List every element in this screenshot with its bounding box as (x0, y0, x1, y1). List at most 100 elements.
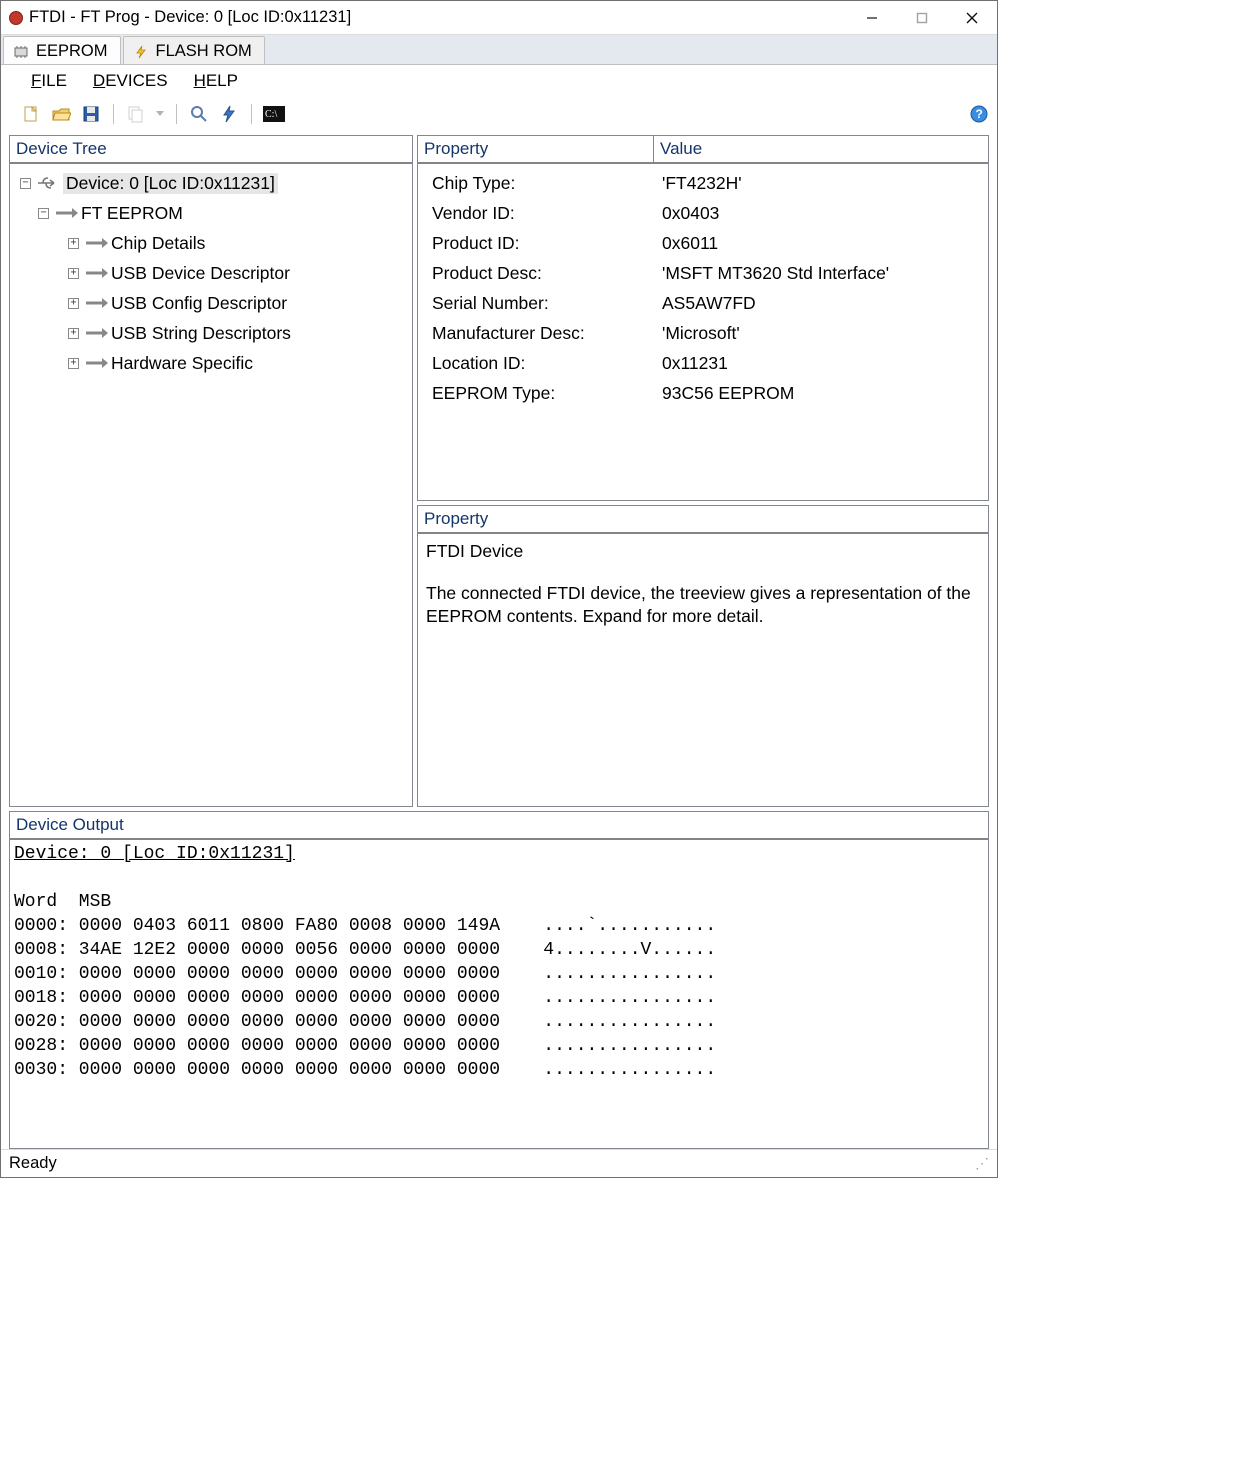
property-value: AS5AW7FD (660, 293, 984, 314)
help-title: FTDI Device (426, 540, 980, 564)
expand-icon[interactable]: + (68, 358, 79, 369)
open-file-button[interactable] (49, 102, 73, 126)
help-button[interactable]: ? (967, 102, 991, 126)
expand-icon[interactable]: + (68, 238, 79, 249)
window-controls (847, 1, 997, 34)
app-window: FTDI - FT Prog - Device: 0 [Loc ID:0x112… (0, 0, 998, 1178)
new-file-button[interactable] (19, 102, 43, 126)
property-value: 'Microsoft' (660, 323, 984, 344)
lower-pane: Device Output Device: 0 [Loc ID:0x11231]… (9, 811, 989, 1149)
collapse-icon[interactable]: − (38, 208, 49, 219)
property-row: Manufacturer Desc:'Microsoft' (424, 318, 984, 348)
property-label: Chip Type: (424, 173, 660, 194)
tab-strip: EEPROM FLASH ROM (1, 35, 997, 65)
tree-node-child[interactable]: +USB String Descriptors (16, 318, 408, 348)
tree-node-child[interactable]: +Hardware Specific (16, 348, 408, 378)
tree-label: Device: 0 [Loc ID:0x11231] (63, 173, 278, 194)
tree-node-child[interactable]: + USB Device Descriptor (16, 258, 408, 288)
output-title-line: Device: 0 [Loc ID:0x11231] (14, 844, 295, 864)
property-value: 0x11231 (660, 353, 984, 374)
tree-label: USB Device Descriptor (111, 263, 290, 284)
expand-icon[interactable]: + (68, 298, 79, 309)
arrow-right-icon (83, 354, 109, 372)
tree-node-child[interactable]: + Chip Details (16, 228, 408, 258)
value-column-header: Value (654, 136, 988, 164)
toolbar-separator (113, 104, 114, 124)
svg-text:?: ? (976, 107, 983, 121)
size-grip-icon[interactable]: ⋰ (975, 1155, 989, 1172)
property-body: Chip Type:'FT4232H'Vendor ID:0x0403Produ… (418, 164, 988, 500)
property-label: EEPROM Type: (424, 383, 660, 404)
collapse-icon[interactable]: − (20, 178, 31, 189)
minimize-button[interactable] (847, 1, 897, 34)
property-row: Location ID:0x11231 (424, 348, 984, 378)
help-panel-body: FTDI Device The connected FTDI device, t… (418, 534, 988, 635)
upper-panes: Device Tree − Device: 0 [Loc ID:0x11231]… (9, 135, 989, 807)
property-row: Serial Number:AS5AW7FD (424, 288, 984, 318)
lightning-icon (132, 45, 150, 59)
window-title: FTDI - FT Prog - Device: 0 [Loc ID:0x112… (29, 8, 847, 27)
property-value: 'FT4232H' (660, 173, 984, 194)
arrow-right-icon (83, 264, 109, 282)
property-label: Manufacturer Desc: (424, 323, 660, 344)
tab-eeprom[interactable]: EEPROM (3, 36, 121, 64)
help-text: The connected FTDI device, the treeview … (426, 582, 980, 629)
property-value: 0x0403 (660, 203, 984, 224)
arrow-right-icon (83, 324, 109, 342)
device-tree-body[interactable]: − Device: 0 [Loc ID:0x11231] − FT EEPROM (10, 164, 412, 806)
property-row: Product ID:0x6011 (424, 228, 984, 258)
program-button[interactable] (217, 102, 241, 126)
toolbar-separator (251, 104, 252, 124)
expand-icon[interactable]: + (68, 268, 79, 279)
menu-devices[interactable]: DEVICES (93, 71, 168, 91)
property-row: Product Desc:'MSFT MT3620 Std Interface' (424, 258, 984, 288)
device-tree-header: Device Tree (10, 136, 412, 164)
copy-button[interactable] (124, 102, 148, 126)
property-row: EEPROM Type:93C56 EEPROM (424, 378, 984, 408)
property-value: 0x6011 (660, 233, 984, 254)
status-bar: Ready ⋰ (1, 1149, 997, 1177)
right-column: Property Value Chip Type:'FT4232H'Vendor… (417, 135, 989, 807)
menu-help[interactable]: HELP (194, 71, 238, 91)
property-panel: Property Value Chip Type:'FT4232H'Vendor… (417, 135, 989, 501)
property-row: Chip Type:'FT4232H' (424, 168, 984, 198)
help-panel-header: Property (418, 506, 988, 534)
scan-button[interactable] (187, 102, 211, 126)
tree-node-device[interactable]: − Device: 0 [Loc ID:0x11231] (16, 168, 408, 198)
property-row: Vendor ID:0x0403 (424, 198, 984, 228)
toolbar-separator (176, 104, 177, 124)
chip-icon (12, 45, 30, 59)
save-button[interactable] (79, 102, 103, 126)
dropdown-arrow-icon[interactable] (154, 102, 166, 126)
arrow-right-icon (53, 204, 79, 222)
tree-node-fteeprom[interactable]: − FT EEPROM (16, 198, 408, 228)
device-tree-panel: Device Tree − Device: 0 [Loc ID:0x11231]… (9, 135, 413, 807)
close-button[interactable] (947, 1, 997, 34)
tree-label: Chip Details (111, 233, 205, 254)
arrow-right-icon (83, 294, 109, 312)
expand-icon[interactable]: + (68, 328, 79, 339)
property-value: 'MSFT MT3620 Std Interface' (660, 263, 984, 284)
menu-file[interactable]: FILE (31, 71, 67, 91)
maximize-button[interactable] (897, 1, 947, 34)
property-column-header: Property (418, 136, 654, 164)
usb-icon (35, 174, 61, 192)
app-icon (9, 11, 23, 25)
property-header-row: Property Value (418, 136, 988, 164)
tree-label: USB Config Descriptor (111, 293, 287, 314)
property-label: Serial Number: (424, 293, 660, 314)
command-line-button[interactable]: C:\ (262, 102, 286, 126)
menu-bar: FILE DEVICES HELP (1, 65, 997, 97)
device-output-panel: Device Output Device: 0 [Loc ID:0x11231]… (9, 811, 989, 1149)
tree-node-child[interactable]: + USB Config Descriptor (16, 288, 408, 318)
arrow-right-icon (83, 234, 109, 252)
device-output-header: Device Output (10, 812, 988, 840)
property-label: Location ID: (424, 353, 660, 374)
property-label: Product ID: (424, 233, 660, 254)
device-output-body[interactable]: Device: 0 [Loc ID:0x11231] Word MSB 0000… (10, 840, 988, 1148)
help-panel: Property FTDI Device The connected FTDI … (417, 505, 989, 807)
title-bar: FTDI - FT Prog - Device: 0 [Loc ID:0x112… (1, 1, 997, 35)
svg-text:C:\: C:\ (265, 109, 277, 120)
tab-label: FLASH ROM (156, 42, 252, 61)
tab-flashrom[interactable]: FLASH ROM (123, 36, 265, 64)
